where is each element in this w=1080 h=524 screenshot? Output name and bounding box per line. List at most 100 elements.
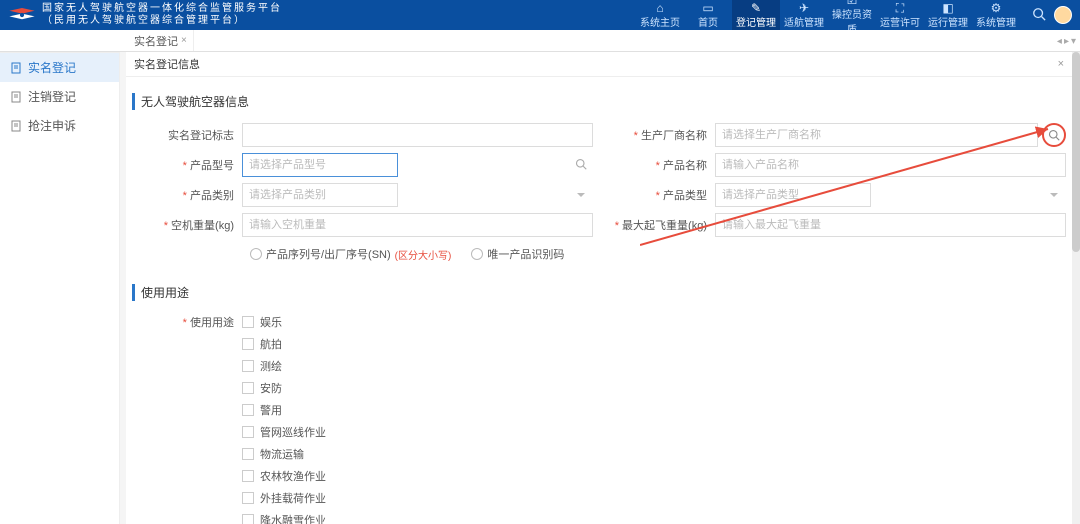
topnav-item-1[interactable]: ▭首页 bbox=[684, 0, 732, 30]
usage-row: 安防 bbox=[126, 377, 1072, 399]
usage-row: 测绘 bbox=[126, 355, 1072, 377]
sn-case-note: (区分大小写) bbox=[395, 247, 452, 262]
topnav-label: 首页 bbox=[698, 14, 718, 29]
select-product-type[interactable] bbox=[715, 183, 871, 207]
sidebar-item-label: 抢注申诉 bbox=[28, 117, 76, 134]
radio-sn-label: 产品序列号/出厂序号(SN) bbox=[266, 246, 391, 262]
model-search-icon[interactable] bbox=[575, 158, 587, 173]
topnav-icon: ▭ bbox=[702, 2, 713, 14]
usage-option-label: 管网巡线作业 bbox=[260, 424, 326, 440]
radio-uid[interactable]: 唯一产品识别码 bbox=[471, 246, 564, 262]
usage-option-label: 物流运输 bbox=[260, 446, 304, 462]
usage-row: 降水融雪作业 bbox=[126, 509, 1072, 524]
checkbox-7[interactable] bbox=[242, 470, 254, 482]
usage-row: 航拍 bbox=[126, 333, 1072, 355]
section-usage-title: 使用用途 bbox=[132, 284, 1072, 301]
topnav-label: 登记管理 bbox=[736, 14, 776, 29]
app-title-line2: （民用无人驾驶航空器综合管理平台） bbox=[42, 15, 282, 27]
topnav-label: 运营许可 bbox=[880, 14, 920, 29]
topnav-item-0[interactable]: ⌂系统主页 bbox=[636, 0, 684, 30]
label-reg-flag: 实名登记标志 bbox=[132, 127, 242, 143]
input-manufacturer[interactable] bbox=[715, 123, 1038, 147]
label-category: 产品类别 bbox=[132, 187, 242, 203]
tab-bar: 实名登记 × ◂ ▸ ▾ bbox=[0, 30, 1080, 52]
checkbox-0[interactable] bbox=[242, 316, 254, 328]
tab-close-icon[interactable]: × bbox=[181, 35, 187, 46]
topnav-item-4[interactable]: ☑操控员资质 bbox=[828, 0, 876, 30]
topnav-item-6[interactable]: ◧运行管理 bbox=[924, 0, 972, 30]
topnav-item-5[interactable]: ⛶运营许可 bbox=[876, 0, 924, 30]
topnav-icon: ⌂ bbox=[656, 2, 663, 14]
input-empty-weight[interactable] bbox=[242, 213, 593, 237]
topnav-icon: ✈ bbox=[799, 2, 809, 14]
input-product-name[interactable] bbox=[715, 153, 1066, 177]
content-panel: 实名登记信息 × 无人驾驶航空器信息 实名登记标志 生产厂商名称 产品型号 bbox=[126, 52, 1072, 524]
tab-label: 实名登记 bbox=[134, 33, 178, 49]
usage-option-label: 航拍 bbox=[260, 336, 282, 352]
topnav-item-7[interactable]: ⚙系统管理 bbox=[972, 0, 1020, 30]
panel-close-icon[interactable]: × bbox=[1058, 58, 1064, 70]
usage-option-label: 农林牧渔作业 bbox=[260, 468, 326, 484]
topnav-item-3[interactable]: ✈适航管理 bbox=[780, 0, 828, 30]
topnav-item-2[interactable]: ✎登记管理 bbox=[732, 0, 780, 30]
usage-row: 管网巡线作业 bbox=[126, 421, 1072, 443]
sidebar-item-label: 实名登记 bbox=[28, 59, 76, 76]
tab-next-icon[interactable]: ▸ bbox=[1064, 36, 1069, 47]
label-usage: 使用用途 bbox=[132, 314, 242, 330]
checkbox-5[interactable] bbox=[242, 426, 254, 438]
input-model[interactable] bbox=[242, 153, 398, 177]
tab-prev-icon[interactable]: ◂ bbox=[1057, 36, 1062, 47]
topnav-icon: ✎ bbox=[751, 2, 761, 14]
vertical-scrollbar[interactable] bbox=[1072, 52, 1080, 524]
avatar[interactable] bbox=[1054, 6, 1072, 24]
select-category[interactable] bbox=[242, 183, 398, 207]
usage-row: 使用用途 娱乐 bbox=[126, 311, 1072, 333]
doc-icon bbox=[10, 120, 22, 132]
radio-dot-icon bbox=[471, 248, 483, 260]
label-manufacturer: 生产厂商名称 bbox=[605, 127, 715, 143]
search-icon bbox=[1048, 129, 1060, 141]
usage-option-label: 安防 bbox=[260, 380, 282, 396]
logo-area: 国家无人驾驶航空器一体化综合监管服务平台 （民用无人驾驶航空器综合管理平台） bbox=[8, 3, 282, 27]
checkbox-9[interactable] bbox=[242, 514, 254, 524]
app-title-line1: 国家无人驾驶航空器一体化综合监管服务平台 bbox=[42, 3, 282, 15]
topnav-label: 系统管理 bbox=[976, 14, 1016, 29]
sidebar-item-label: 注销登记 bbox=[28, 88, 76, 105]
doc-icon bbox=[10, 62, 22, 74]
checkbox-3[interactable] bbox=[242, 382, 254, 394]
topnav-icon: ⛶ bbox=[896, 2, 904, 14]
sidebar-item-1[interactable]: 注销登记 bbox=[0, 82, 119, 111]
usage-option-label: 降水融雪作业 bbox=[260, 512, 326, 524]
sidebar-item-0[interactable]: 实名登记 bbox=[0, 53, 119, 82]
tab-menu-icon[interactable]: ▾ bbox=[1071, 36, 1076, 47]
logo-emblem bbox=[8, 6, 36, 24]
checkbox-6[interactable] bbox=[242, 448, 254, 460]
input-reg-flag[interactable] bbox=[242, 123, 593, 147]
sidebar: ☰ 实名登记注销登记抢注申诉 bbox=[0, 30, 120, 524]
radio-sn[interactable]: 产品序列号/出厂序号(SN) (区分大小写) bbox=[250, 246, 451, 262]
scroll-thumb[interactable] bbox=[1072, 52, 1080, 252]
top-header: 国家无人驾驶航空器一体化综合监管服务平台 （民用无人驾驶航空器综合管理平台） ⌂… bbox=[0, 0, 1080, 30]
topnav-label: 系统主页 bbox=[640, 14, 680, 29]
topnav-label: 适航管理 bbox=[784, 14, 824, 29]
checkbox-8[interactable] bbox=[242, 492, 254, 504]
usage-option-label: 外挂载荷作业 bbox=[260, 490, 326, 506]
usage-row: 农林牧渔作业 bbox=[126, 465, 1072, 487]
section-uav-info-title: 无人驾驶航空器信息 bbox=[132, 93, 1072, 110]
usage-option-label: 测绘 bbox=[260, 358, 282, 374]
tab-nav-controls: ◂ ▸ ▾ bbox=[1057, 30, 1076, 52]
doc-icon bbox=[10, 91, 22, 103]
usage-option-label: 娱乐 bbox=[260, 314, 282, 330]
global-search-icon[interactable] bbox=[1032, 7, 1046, 24]
label-mtow: 最大起飞重量(kg) bbox=[605, 217, 715, 233]
manufacturer-search-button[interactable] bbox=[1042, 123, 1066, 147]
checkbox-2[interactable] bbox=[242, 360, 254, 372]
label-model: 产品型号 bbox=[132, 157, 242, 173]
topnav-icon: ⚙ bbox=[991, 2, 1002, 14]
tab-realname[interactable]: 实名登记 × bbox=[128, 30, 194, 51]
sidebar-item-2[interactable]: 抢注申诉 bbox=[0, 111, 119, 140]
radio-uid-label: 唯一产品识别码 bbox=[487, 246, 564, 262]
checkbox-4[interactable] bbox=[242, 404, 254, 416]
checkbox-1[interactable] bbox=[242, 338, 254, 350]
input-mtow[interactable] bbox=[715, 213, 1066, 237]
